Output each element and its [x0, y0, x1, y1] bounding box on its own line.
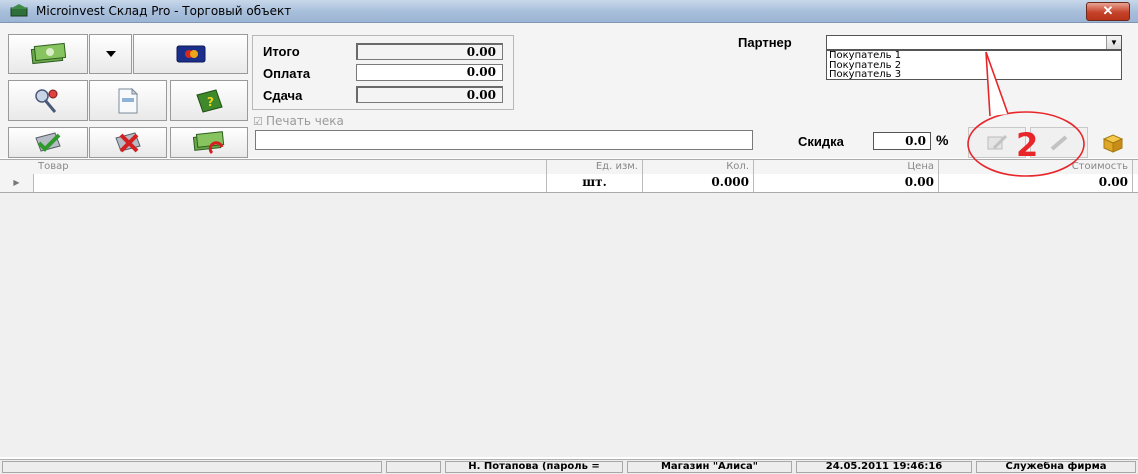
row-pointer-icon: ▶ [0, 174, 34, 192]
window-title: Microinvest Склад Pro - Торговый объект [36, 4, 292, 18]
column-unit[interactable]: Ед. изм. [547, 160, 643, 174]
total-value: 0.00 [356, 43, 503, 60]
refund-button[interactable] [170, 127, 248, 158]
help-book-icon: ? [196, 88, 223, 113]
credit-card-icon [176, 45, 205, 63]
box-icon [1102, 133, 1124, 153]
partner-option-3[interactable]: Покупатель 3 [827, 70, 1121, 80]
cell-item[interactable] [34, 174, 547, 192]
status-user: Н. Потапова (пароль = [445, 461, 623, 473]
payment-label: Оплата [263, 66, 311, 81]
print-receipt-checkbox[interactable]: ☑ Печать чека [253, 114, 344, 128]
cell-qty[interactable]: 0.000 [643, 174, 754, 192]
grid-empty-area [0, 193, 1138, 457]
callout-number: 2 [1016, 126, 1038, 164]
total-label: Итого [263, 44, 300, 59]
discount-label: Скидка [798, 134, 844, 149]
partner-select[interactable]: ▼ [826, 35, 1122, 50]
app-icon [10, 4, 28, 17]
status-company: Служебна фирма [976, 461, 1136, 473]
cash-icon [30, 42, 66, 65]
discount-input[interactable]: 0.0 [873, 132, 931, 150]
chevron-down-icon[interactable]: ▼ [1106, 36, 1121, 49]
checkbox-check-icon: ☑ [253, 115, 263, 128]
partner-dropdown-list: Покупатель 1 Покупатель 2 Покупатель 3 [826, 50, 1122, 80]
status-bar: Н. Потапова (пароль = Магазин "Алиса" 24… [0, 459, 1138, 474]
barcode-input[interactable] [255, 130, 753, 150]
close-icon [115, 131, 141, 152]
print-receipt-label: Печать чека [266, 114, 344, 128]
cash-payment-button[interactable] [8, 34, 88, 74]
help-button[interactable]: ? [170, 80, 248, 121]
cell-price[interactable]: 0.00 [754, 174, 939, 192]
status-cell-empty [2, 461, 382, 473]
title-bar: Microinvest Склад Pro - Торговый объект … [0, 0, 1138, 23]
card-payment-button[interactable] [133, 34, 248, 74]
check-icon [35, 131, 61, 152]
cancel-button[interactable] [89, 127, 167, 158]
confirm-button[interactable] [8, 127, 88, 158]
status-cell-empty-2 [386, 461, 441, 473]
svg-text:?: ? [207, 95, 214, 109]
column-qty[interactable]: Кол. [643, 160, 754, 174]
status-datetime: 24.05.2011 19:46:16 [796, 461, 972, 473]
partner-label: Партнер [738, 35, 792, 50]
keys-button[interactable] [8, 80, 88, 121]
change-label: Сдача [263, 88, 303, 103]
totals-box: Итого 0.00 Оплата 0.00 Сдача 0.00 [252, 35, 514, 110]
payment-dropdown-button[interactable] [89, 34, 132, 74]
change-value: 0.00 [356, 86, 503, 103]
close-button[interactable]: ✕ [1086, 2, 1130, 21]
keys-icon [35, 88, 58, 113]
column-price[interactable]: Цена [754, 160, 939, 174]
document-button[interactable] [89, 80, 167, 121]
column-item[interactable]: Товар [34, 160, 547, 174]
chevron-down-icon [105, 51, 116, 57]
package-button[interactable] [1092, 127, 1134, 158]
cell-unit[interactable]: шт. [547, 174, 643, 192]
status-store: Магазин "Алиса" [627, 461, 792, 473]
payment-input[interactable]: 0.00 [356, 64, 503, 81]
document-icon [118, 87, 139, 113]
callout-annotation: 2 [967, 51, 1085, 177]
cash-return-icon [192, 130, 225, 154]
discount-unit: % [936, 132, 949, 148]
